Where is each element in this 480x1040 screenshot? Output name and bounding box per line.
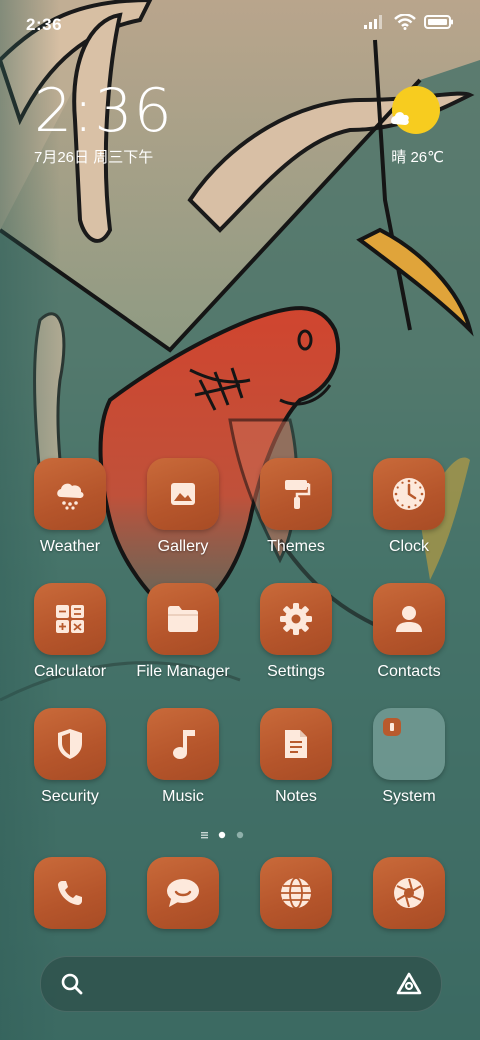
status-time: 2:36 (26, 15, 63, 34)
app-label: Clock (388, 538, 429, 555)
app-label: Contacts (377, 663, 441, 680)
widget-time: 2:36 (34, 76, 173, 146)
camera-icon (373, 857, 445, 929)
battery-icon (424, 15, 453, 29)
app-settings[interactable]: Settings (240, 583, 352, 681)
app-file-manager[interactable]: File Manager (127, 583, 239, 681)
app-weather[interactable]: Weather (14, 458, 126, 556)
weather-widget[interactable]: 晴 26℃ (364, 84, 444, 174)
status-icons (364, 14, 454, 30)
status-bar: 2:36 (0, 0, 480, 48)
phone-icon (34, 857, 106, 929)
app-label: Settings (267, 663, 325, 680)
weather-icon (34, 458, 106, 530)
app-label: Music (162, 788, 204, 805)
app-label: System (382, 788, 436, 805)
calculator-icon (34, 583, 106, 655)
gear-icon (260, 583, 332, 655)
app-music[interactable]: Music (127, 708, 239, 806)
list-view-icon (201, 832, 208, 839)
dock-messages[interactable] (127, 857, 239, 929)
page-indicator[interactable] (200, 829, 260, 841)
app-label: File Manager (136, 663, 230, 680)
app-gallery[interactable]: Gallery (127, 458, 239, 556)
dock-browser[interactable] (240, 857, 352, 929)
shield-icon (34, 708, 106, 780)
music-note-icon (147, 708, 219, 780)
sunny-cloud-icon (391, 86, 440, 134)
page-dot (236, 831, 244, 839)
browser-icon (260, 857, 332, 929)
page-dot-active (218, 831, 226, 839)
gallery-icon (147, 458, 219, 530)
app-notes[interactable]: Notes (240, 708, 352, 806)
folder-icon (373, 708, 445, 780)
app-themes[interactable]: Themes (240, 458, 352, 556)
person-icon (373, 583, 445, 655)
app-label: Calculator (33, 663, 107, 680)
notes-icon (260, 708, 332, 780)
weather-text: 晴 26℃ (391, 149, 444, 166)
clock-widget[interactable]: 2:36 7月26日 周三下午 (34, 78, 173, 167)
folder-icon (147, 583, 219, 655)
app-security[interactable]: Security (14, 708, 126, 806)
widget-date: 7月26日 周三下午 (34, 149, 154, 166)
messages-icon (147, 857, 219, 929)
app-label: Weather (39, 538, 101, 555)
app-label: Notes (275, 788, 317, 805)
app-label: Gallery (157, 538, 209, 555)
dock-camera[interactable] (353, 857, 465, 929)
dock-phone[interactable] (14, 857, 126, 929)
app-label: Themes (267, 538, 325, 555)
search-bar[interactable] (40, 956, 442, 1012)
app-label: Security (41, 788, 99, 805)
app-contacts[interactable]: Contacts (353, 583, 465, 681)
wifi-icon (394, 14, 416, 30)
clock-icon (373, 458, 445, 530)
search-icon (61, 973, 83, 995)
app-clock[interactable]: Clock (353, 458, 465, 556)
app-calculator[interactable]: Calculator (14, 583, 126, 681)
themes-icon (260, 458, 332, 530)
folder-mini-app-icon (383, 718, 401, 736)
assistant-icon[interactable] (395, 971, 423, 997)
app-system-folder[interactable]: System (353, 708, 465, 806)
signal-icon (364, 15, 382, 29)
